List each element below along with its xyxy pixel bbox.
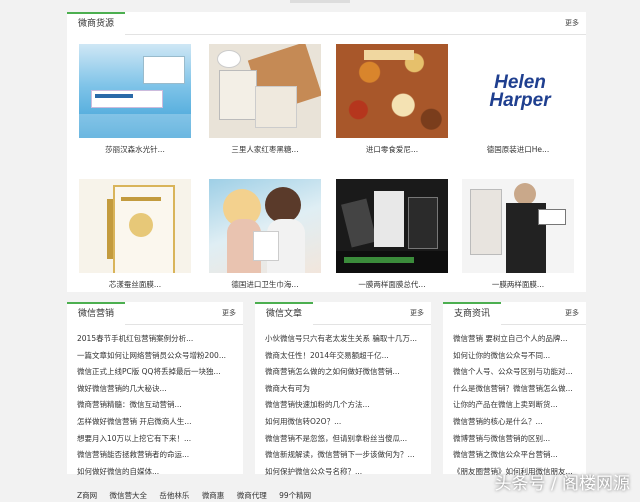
list-item[interactable]: 微商营销怎么做的之如何做好微信营销... xyxy=(265,364,431,381)
product-card-2[interactable]: 三里人家红枣黑糖... xyxy=(207,44,323,155)
product-card-4[interactable]: Helen Harper 德国原装进口He... xyxy=(460,44,576,155)
list-item[interactable]: 想要月入10万以上挖它有下来！... xyxy=(77,431,243,448)
list-item[interactable]: 微信营销之微信公众平台营销... xyxy=(453,447,586,464)
product-name: 芯漾蚕丝面膜... xyxy=(108,280,162,289)
product-name: 德国进口卫生巾海... xyxy=(231,280,299,289)
product-name: 一膜两样面膜... xyxy=(491,280,545,289)
product-image: Helen Harper xyxy=(462,44,574,138)
list-item[interactable]: 微信营销 要树立自己个人的品牌... xyxy=(453,331,586,348)
wechat-marketing-header: 微信营销 更多 xyxy=(67,302,243,325)
commerce-news-header: 支商资讯 更多 xyxy=(443,302,586,325)
product-card-3[interactable]: 进口零食爱尼... xyxy=(334,44,450,155)
footer-link[interactable]: Z商网 xyxy=(77,491,97,500)
footer-link[interactable]: 微信营大全 xyxy=(110,491,148,500)
list-item[interactable]: 微商营销精髓：微信互动营销... xyxy=(77,397,243,414)
wechat-articles-title: 微信文章 xyxy=(255,302,314,325)
product-image xyxy=(462,179,574,273)
product-name: 德国原装进口He... xyxy=(486,145,550,154)
wechat-marketing-title: 微信营销 xyxy=(67,302,126,325)
commerce-news-title: 支商资讯 xyxy=(443,302,502,325)
product-card-6[interactable]: 德国进口卫生巾海... xyxy=(207,179,323,290)
scroll-indicator xyxy=(290,0,350,3)
list-item[interactable]: 微信营销能否拯救营销者的命运... xyxy=(77,447,243,464)
list-item[interactable]: 什么是微信营销？微信营销怎么做... xyxy=(453,381,586,398)
list-item[interactable]: 微信营销快速加粉的几个方法... xyxy=(265,397,431,414)
product-name: 莎丽汉森水光针... xyxy=(105,145,165,154)
product-image xyxy=(209,44,321,138)
list-item[interactable]: 微信营销不是忽悠，但请别拿粉丝当傻瓜... xyxy=(265,431,431,448)
list-item[interactable]: 微信营销的核心是什么？... xyxy=(453,414,586,431)
wechat-articles-more-link[interactable]: 更多 xyxy=(410,308,424,318)
commerce-news-more-link[interactable]: 更多 xyxy=(565,308,579,318)
product-name: 进口零食爱尼... xyxy=(365,145,419,154)
list-item[interactable]: 如何让你的微信公众号不同... xyxy=(453,348,586,365)
product-image xyxy=(209,179,321,273)
product-card-1[interactable]: 莎丽汉森水光针... xyxy=(77,44,193,155)
source-panel: 微商货源 更多 莎丽汉森水光针... 三里人家红枣黑糖... 进口零食爱尼...… xyxy=(67,12,586,292)
list-item[interactable]: 怎样做好微信营销 开启微商人生... xyxy=(77,414,243,431)
wechat-articles-list: 小伙微信号只六有老太发生关系 骗取十几万... 微商太任性！2014年交易额超千… xyxy=(255,325,431,480)
product-image xyxy=(336,44,448,138)
wechat-marketing-panel: 微信营销 更多 2015春节手机红包营销案例分析... 一篇文章如何让网络营销员… xyxy=(67,302,243,476)
watermark: 头条号 / 阁楼网源 xyxy=(494,474,630,494)
product-card-5[interactable]: 芯漾蚕丝面膜... xyxy=(77,179,193,290)
list-item[interactable]: 如何做好微信的自媒体... xyxy=(77,464,243,481)
product-image xyxy=(79,44,191,138)
source-more-link[interactable]: 更多 xyxy=(565,18,579,28)
list-item[interactable]: 微商大有可为 xyxy=(265,381,431,398)
list-item[interactable]: 如何保护微信公众号名称？... xyxy=(265,464,431,481)
footer-link[interactable]: 微商代理 xyxy=(237,491,267,500)
list-item[interactable]: 微信个人号、公众号区别与功能对... xyxy=(453,364,586,381)
list-item[interactable]: 微商太任性！2014年交易额超千亿... xyxy=(265,348,431,365)
list-item[interactable]: 微信正式上线PC版 QQ将丢掉最后一块独... xyxy=(77,364,243,381)
wechat-articles-panel: 微信文章 更多 小伙微信号只六有老太发生关系 骗取十几万... 微商太任性！20… xyxy=(255,302,431,476)
list-item[interactable]: 微信新规解读，微信营销下一步该做何为？... xyxy=(265,447,431,464)
product-grid: 莎丽汉森水光针... 三里人家红枣黑糖... 进口零食爱尼... Helen Ha… xyxy=(67,34,586,292)
list-item[interactable]: 小伙微信号只六有老太发生关系 骗取十几万... xyxy=(265,331,431,348)
product-card-8[interactable]: 一膜两样面膜... xyxy=(460,179,576,290)
list-item[interactable]: 微博营销与微信营销的区别... xyxy=(453,431,586,448)
helen-harper-logo: Helen Harper xyxy=(489,72,551,111)
wechat-marketing-list: 2015春节手机红包营销案例分析... 一篇文章如何让网络营销员公众号增粉200… xyxy=(67,325,243,480)
footer-links: Z商网 微信营大全 岳他林乐 微商惠 微商代理 99个精网 xyxy=(77,490,321,501)
footer-link[interactable]: 99个精网 xyxy=(279,491,311,500)
commerce-news-list: 微信营销 要树立自己个人的品牌... 如何让你的微信公众号不同... 微信个人号… xyxy=(443,325,586,480)
list-item[interactable]: 做好微信营销的几大秘诀... xyxy=(77,381,243,398)
product-image xyxy=(79,179,191,273)
wechat-articles-header: 微信文章 更多 xyxy=(255,302,431,325)
source-panel-header: 微商货源 更多 xyxy=(67,12,586,35)
source-panel-title: 微商货源 xyxy=(67,12,126,35)
product-name: 一膜两样面膜总代... xyxy=(358,280,426,289)
footer-link[interactable]: 岳他林乐 xyxy=(159,491,189,500)
list-item[interactable]: 一篇文章如何让网络营销员公众号增粉200... xyxy=(77,348,243,365)
product-card-7[interactable]: 一膜两样面膜总代... xyxy=(334,179,450,290)
list-item[interactable]: 如何用微信转O2O？... xyxy=(265,414,431,431)
wechat-marketing-more-link[interactable]: 更多 xyxy=(222,308,236,318)
product-name: 三里人家红枣黑糖... xyxy=(231,145,299,154)
commerce-news-panel: 支商资讯 更多 微信营销 要树立自己个人的品牌... 如何让你的微信公众号不同.… xyxy=(443,302,586,476)
list-item[interactable]: 2015春节手机红包营销案例分析... xyxy=(77,331,243,348)
list-item[interactable]: 让你的产品在微信上卖到断货... xyxy=(453,397,586,414)
footer-link[interactable]: 微商惠 xyxy=(202,491,225,500)
product-image xyxy=(336,179,448,273)
